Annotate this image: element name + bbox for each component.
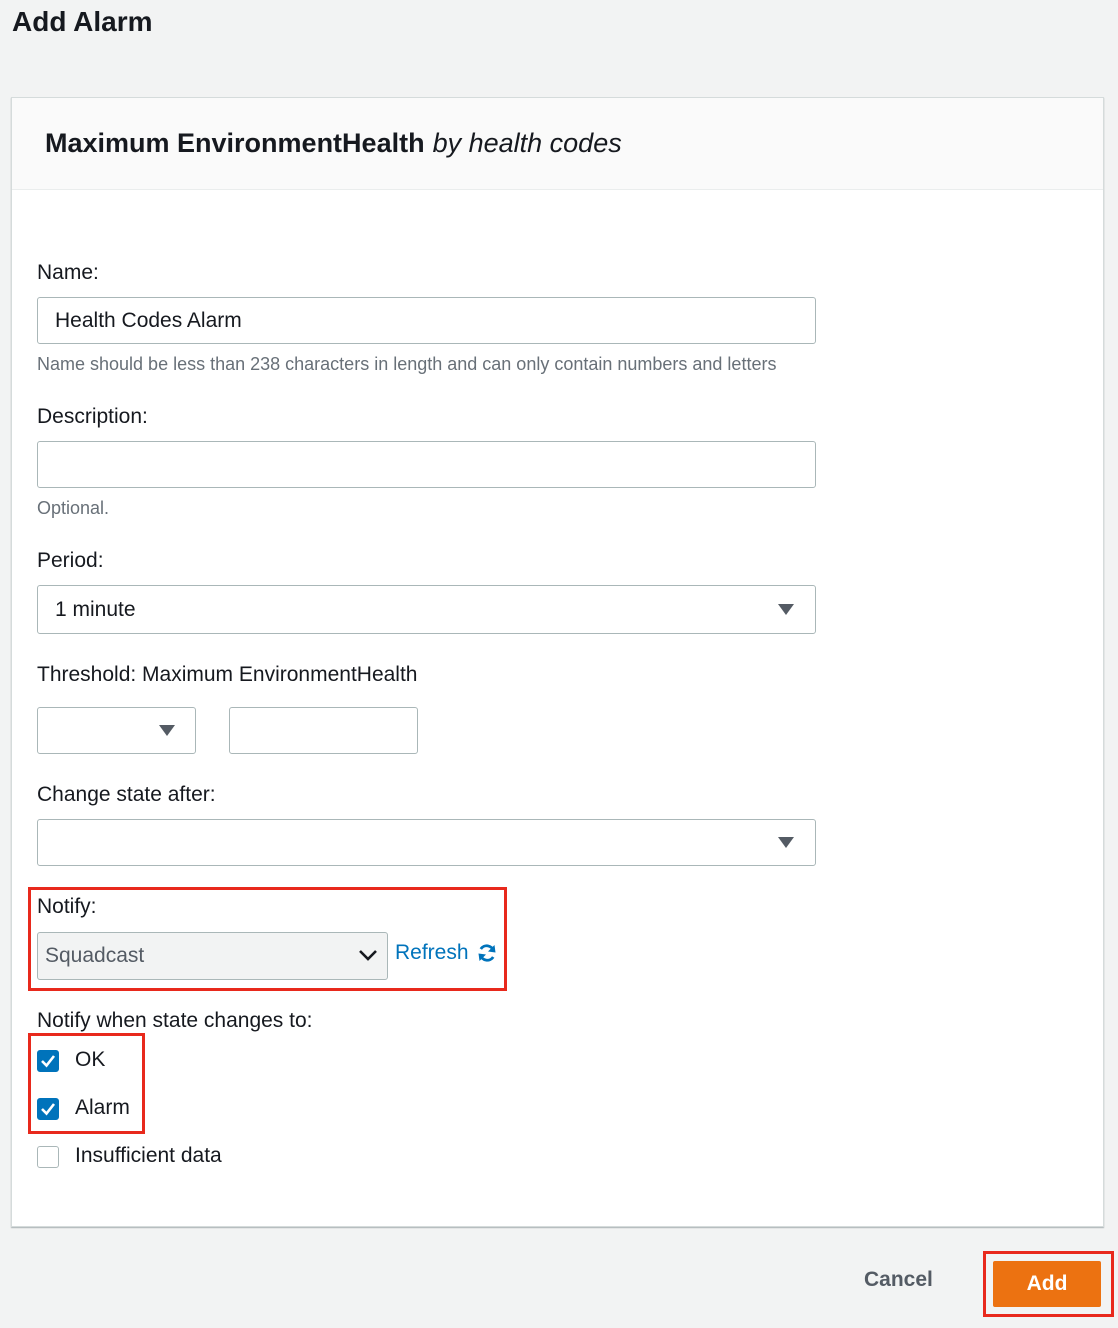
insufficient-data-checkbox-label: Insufficient data [75,1144,222,1167]
description-input[interactable] [37,441,816,488]
checkmark-icon [41,1103,56,1116]
notify-label: Notify: [37,895,97,918]
alarm-checkbox[interactable] [37,1098,59,1120]
name-label: Name: [37,261,99,284]
chevron-down-icon [359,950,377,961]
caret-down-icon [778,604,794,615]
refresh-icon [478,944,496,962]
description-label: Description: [37,405,148,428]
alarm-form-panel: Maximum EnvironmentHealth by health code… [11,97,1104,1227]
threshold-operator-select[interactable] [37,707,196,754]
threshold-label: Threshold: Maximum EnvironmentHealth [37,663,418,686]
cancel-button[interactable]: Cancel [864,1268,933,1292]
name-input[interactable]: Health Codes Alarm [37,297,816,344]
change-state-label: Change state after: [37,783,216,806]
insufficient-data-checkbox[interactable] [37,1146,59,1168]
ok-checkbox[interactable] [37,1050,59,1072]
caret-down-icon [159,725,175,736]
refresh-link[interactable]: Refresh [395,941,497,965]
notify-select-value: Squadcast [45,944,145,967]
add-button[interactable]: Add [993,1261,1101,1307]
description-hint: Optional. [37,498,110,518]
period-select-value: 1 minute [55,597,136,621]
notify-select[interactable]: Squadcast [37,932,388,980]
ok-checkbox-label: OK [75,1048,106,1071]
panel-header: Maximum EnvironmentHealth by health code… [12,98,1103,190]
panel-title-dimension: by health codes [432,128,622,158]
period-label: Period: [37,549,104,572]
checkmark-icon [41,1055,56,1068]
page-title: Add Alarm [12,6,153,37]
change-state-select[interactable] [37,819,816,866]
caret-down-icon [778,837,794,848]
notify-when-label: Notify when state changes to: [37,1009,313,1032]
period-select[interactable]: 1 minute [37,585,816,634]
refresh-label: Refresh [395,941,469,964]
panel-title-metric: Maximum EnvironmentHealth [45,128,425,158]
alarm-checkbox-label: Alarm [75,1096,130,1119]
name-hint: Name should be less than 238 characters … [37,354,777,374]
threshold-value-input[interactable] [229,707,418,754]
